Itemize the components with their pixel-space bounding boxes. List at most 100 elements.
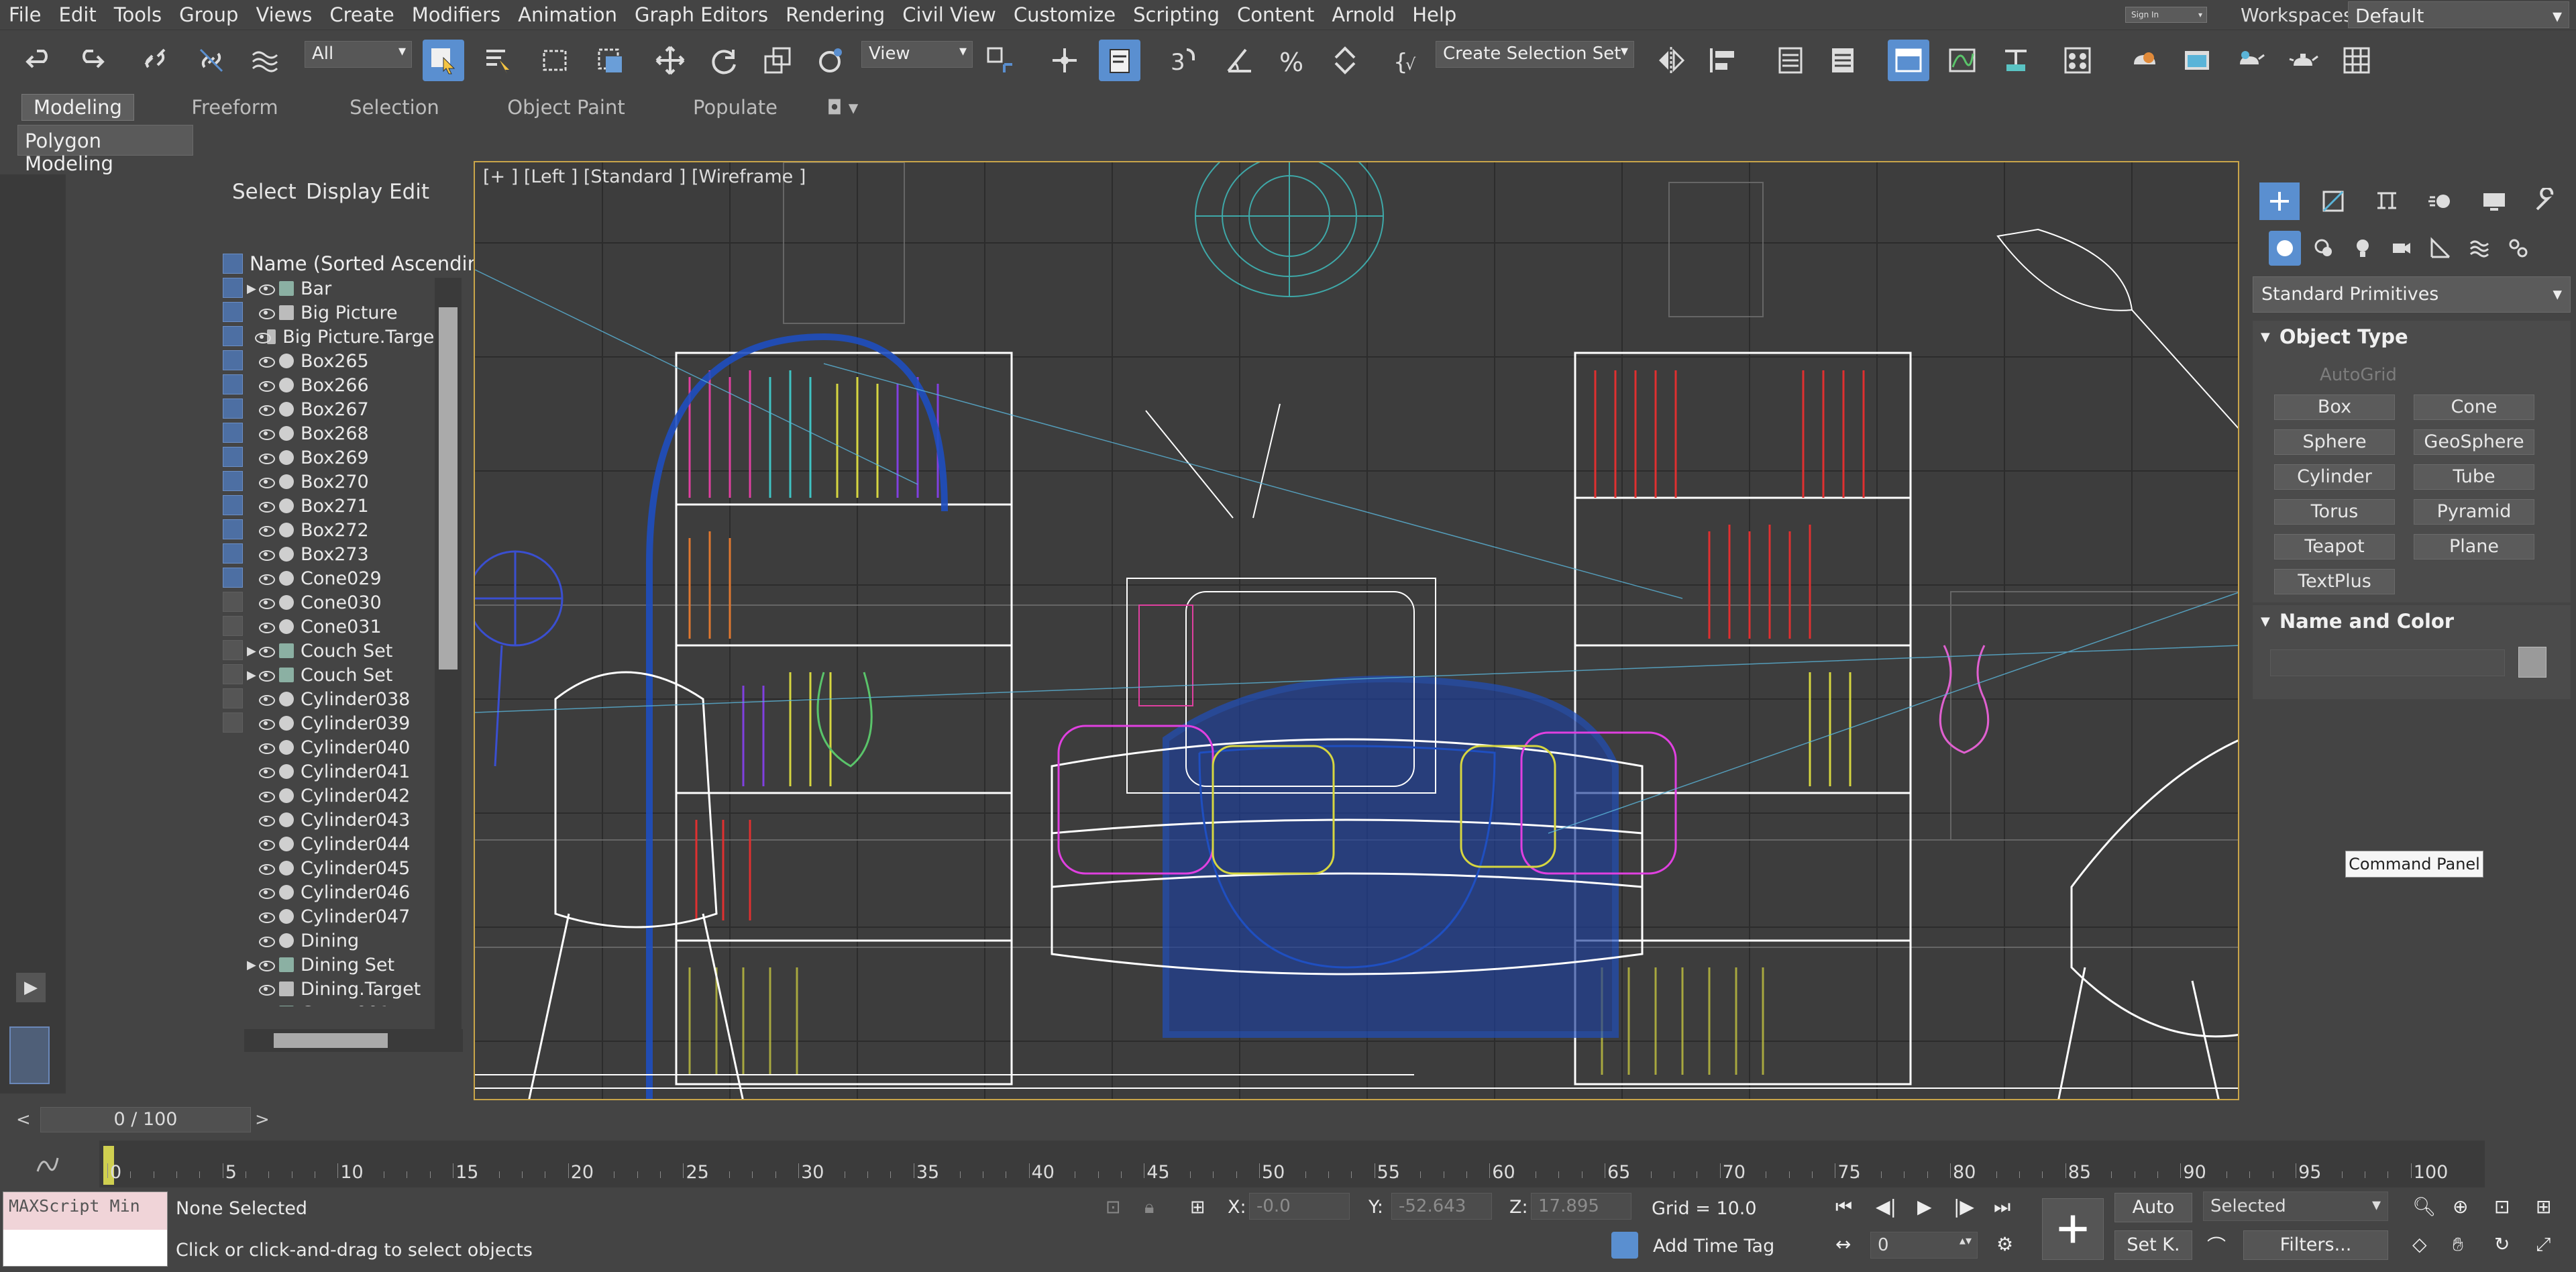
polygon-modeling-panel[interactable]: Polygon Modeling [17,125,193,175]
filter-cameras-icon[interactable] [223,326,243,346]
visibility-eye-icon[interactable] [256,378,275,392]
rotate-button[interactable] [703,40,745,81]
layers-icon[interactable] [223,712,243,733]
filter-geometry-icon[interactable] [223,254,243,274]
filter-groups-icon[interactable] [223,399,243,419]
render-in-cloud-button[interactable] [2282,40,2324,81]
y-coordinate-field[interactable]: -52.643 [1391,1193,1492,1220]
visibility-eye-icon[interactable] [256,740,275,755]
tab-freeform[interactable]: Freeform [181,94,288,121]
filter-containers-icon[interactable] [223,471,243,491]
visibility-eye-icon[interactable] [256,812,275,827]
zoom-icon[interactable]: 🔍︎ [2412,1196,2436,1218]
list-item[interactable]: Dining [247,929,441,953]
tab-modify[interactable] [2313,182,2353,220]
visibility-eye-icon[interactable] [256,716,275,731]
list-item[interactable]: Box268 [247,421,441,445]
explorer-menu-edit[interactable]: Edit [389,180,429,204]
visibility-eye-icon[interactable] [256,982,275,996]
tab-selection[interactable]: Selection [335,94,453,121]
curve-editor-button[interactable] [1941,40,1983,81]
maxscript-input[interactable] [3,1230,167,1266]
filter-funnel-icon[interactable] [223,688,243,708]
undo-button[interactable] [19,40,60,81]
list-item[interactable]: ▶ Dining Set [247,953,441,977]
tab-motion[interactable] [2420,182,2461,220]
expand-arrow-icon[interactable]: ▶ [247,644,256,658]
isolate-selection-icon[interactable]: ⊡ [1106,1197,1121,1218]
list-item[interactable]: ▶ Couch Set [247,639,441,663]
mirror-button[interactable] [1650,40,1692,81]
pan-hand-icon[interactable]: ✋︎ [2453,1233,2463,1256]
list-item[interactable]: Cone031 [247,615,441,639]
toggle-scene-explorer-button[interactable] [1770,40,1811,81]
spinner-snap-button[interactable] [1324,40,1366,81]
list-item[interactable]: Box267 [247,397,441,421]
list-item[interactable]: Box273 [247,542,441,566]
list-item[interactable]: ▶ Couch Set [247,663,441,687]
geosphere-button[interactable]: GeoSphere [2414,429,2534,455]
tab-display[interactable] [2474,182,2514,220]
visibility-eye-icon[interactable] [256,788,275,803]
filter-none-icon[interactable] [223,568,243,588]
place-button[interactable] [810,40,852,81]
visibility-eye-icon[interactable] [256,837,275,851]
menu-file[interactable]: File [0,3,50,26]
viewport-layout-tab[interactable] [9,1026,50,1084]
lock-selection-icon[interactable]: 🔒︎ [1144,1197,1154,1218]
list-item[interactable]: Cylinder040 [247,735,441,759]
explorer-menu-select[interactable]: Select [232,180,297,204]
key-mode-toggle-icon[interactable]: ↔ [1835,1233,1851,1255]
scrollbar-thumb[interactable] [274,1033,388,1048]
visibility-eye-icon[interactable] [256,595,275,610]
curve-editor-mini-button[interactable] [34,1151,60,1178]
percent-snap-button[interactable]: % [1271,40,1312,81]
name-and-color-header[interactable]: ▼ Name and Color [2253,605,2571,637]
visibility-eye-icon[interactable] [256,692,275,706]
visibility-eye-icon[interactable] [256,474,275,489]
torus-button[interactable]: Torus [2274,499,2395,525]
visibility-eye-icon[interactable] [256,668,275,682]
menu-create[interactable]: Create [321,3,402,26]
tab-create[interactable] [2259,182,2300,220]
time-configuration-icon[interactable]: ⚙ [1996,1233,2013,1255]
filter-shapes-icon[interactable] [223,278,243,298]
current-frame-field[interactable]: 0 ▴▾ [1870,1232,1978,1259]
menu-civil-view[interactable]: Civil View [894,3,1005,26]
toggle-ribbon-button[interactable] [1888,40,1929,81]
link-button[interactable] [134,40,176,81]
list-item[interactable]: Cylinder041 [247,759,441,784]
visibility-eye-icon[interactable] [256,957,275,972]
tab-modeling[interactable]: Modeling [21,94,134,121]
object-color-swatch[interactable] [2518,647,2546,678]
category-helpers[interactable] [2424,231,2457,266]
key-set-dropdown[interactable]: Selected ▾ [2203,1191,2388,1221]
category-cameras[interactable] [2385,231,2418,266]
category-geometry[interactable] [2269,231,2301,266]
unlink-button[interactable] [191,40,232,81]
timeline-track[interactable]: 0 5 10 15 20 25 30 35 40 45 50 55 60 65 70 75 80 85 90 95 10… [99,1141,2485,1187]
menu-group[interactable]: Group [170,3,247,26]
move-button[interactable] [649,40,691,81]
edit-named-selection-button[interactable]: {√ [1386,40,1428,81]
cylinder-button[interactable]: Cylinder [2274,464,2395,490]
visibility-eye-icon[interactable] [256,909,275,924]
filter-frozen-icon[interactable] [223,495,243,515]
pivot-center-button[interactable] [979,40,1021,81]
name-column-header[interactable]: Name (Sorted Ascending) [250,252,500,275]
pyramid-button[interactable]: Pyramid [2414,499,2534,525]
sort-icon[interactable] [223,616,243,636]
list-item[interactable]: Big Picture.Target [247,325,441,349]
filter-spacewarps-icon[interactable] [223,374,243,394]
explorer-vertical-scrollbar[interactable] [435,278,462,1032]
list-item[interactable]: Cylinder045 [247,856,441,880]
angle-snap-button[interactable] [1218,40,1260,81]
tube-button[interactable]: Tube [2414,464,2534,490]
default-in-out-tangents-icon[interactable]: ⌒ [2207,1232,2226,1259]
filter-helpers-icon[interactable] [223,350,243,370]
bind-spacewarp-button[interactable] [244,40,286,81]
schematic-view-button[interactable] [1995,40,2037,81]
reference-coordinate-dropdown[interactable]: View ▾ [861,41,973,68]
visibility-eye-icon[interactable] [256,861,275,876]
zoom-extents-icon[interactable]: ⊡ [2494,1196,2510,1218]
